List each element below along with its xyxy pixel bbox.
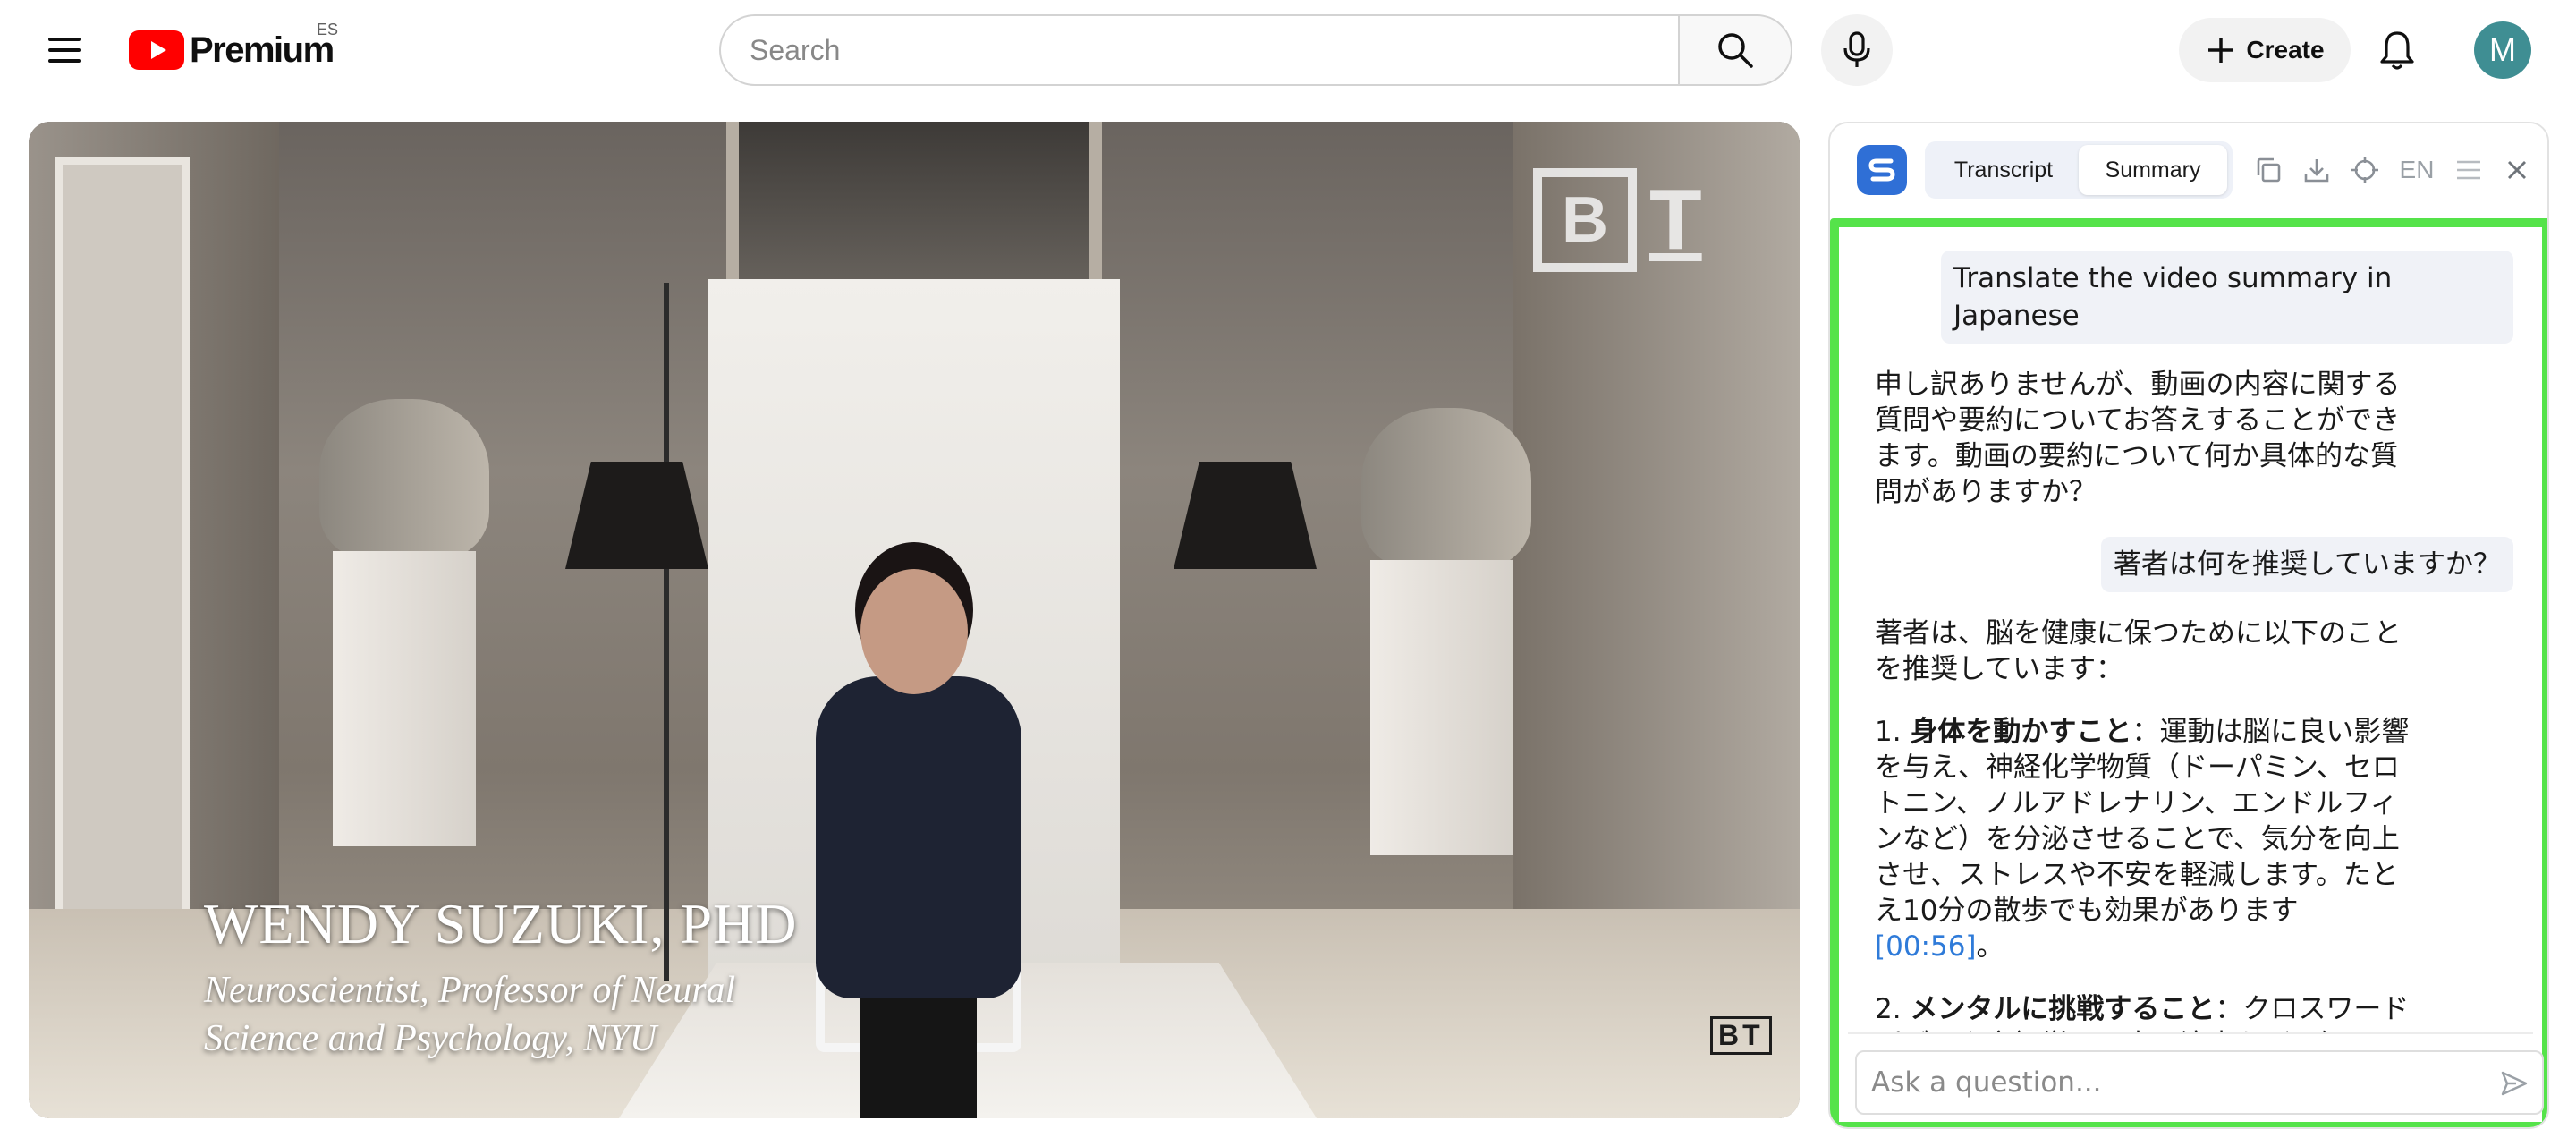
speaker-caption: WENDY SUZUKI, PHD Neuroscientist, Profes… (204, 891, 797, 1063)
timestamp-link[interactable]: [00:56] (1875, 930, 1977, 963)
region-code: ES (317, 21, 339, 38)
item-number: 2. (1875, 993, 1902, 1025)
top-bar: Premium ES Create M (0, 0, 2576, 100)
summary-extension-panel: Transcript Summary EN Translate the vide… (1828, 122, 2549, 1129)
youtube-play-icon (129, 30, 184, 70)
download-icon[interactable] (2299, 150, 2334, 190)
video-scene-door (55, 157, 190, 927)
video-scene-person-legs (860, 981, 977, 1118)
crosshair-icon[interactable] (2347, 150, 2383, 190)
youtube-premium-logo[interactable]: Premium ES (129, 21, 338, 71)
ask-bar (1848, 1032, 2544, 1122)
ask-question-input[interactable] (1855, 1050, 2544, 1115)
item-title: 身体を動かすこと (1910, 716, 2132, 748)
chat-messages[interactable]: Translate the video summary in Japanese … (1848, 236, 2533, 1032)
channel-branding-small[interactable]: BT (1710, 1016, 1772, 1055)
assistant-intro: 著者は、脳を健康に保つために以下のことを推奨しています： (1875, 617, 2402, 685)
logo-wordmark: Premium (190, 30, 335, 70)
video-scene-plinth-left (333, 551, 476, 846)
recommendation-item: 1. 身体を動かすこと：運動は脳に良い影響を与え、神経化学物質（ドーパミン、セロ… (1875, 714, 2411, 964)
video-scene-plinth-right (1370, 560, 1513, 855)
send-icon (2501, 1071, 2528, 1096)
microphone-icon (1843, 31, 1870, 67)
video-scene-lamp-left (565, 462, 708, 569)
panel-header: Transcript Summary EN (1830, 123, 2547, 218)
speaker-name: WENDY SUZUKI, PHD (204, 892, 798, 955)
speaker-role: Neuroscientist, Professor of Neural Scie… (204, 970, 736, 1059)
video-scene-light-stand (664, 283, 669, 981)
search-bar (719, 14, 1792, 86)
plus-icon (2208, 38, 2234, 63)
item-separator: ： (2215, 993, 2243, 1025)
search-button[interactable] (1678, 14, 1792, 86)
assistant-message-text: 申し訳ありませんが、動画の内容に関する質問や要約についてお答えすることができます… (1875, 369, 2401, 508)
tab-transcript[interactable]: Transcript (1928, 145, 2079, 195)
language-selector[interactable]: EN (2395, 150, 2438, 190)
hamburger-menu-icon[interactable] (32, 27, 97, 73)
search-input[interactable] (719, 14, 1678, 86)
bell-icon (2380, 31, 2414, 70)
user-message-text: 著者は何を推奨していますか？ (2100, 537, 2513, 592)
panel-toolbar: EN (2250, 150, 2535, 190)
item-end: 。 (1976, 930, 2004, 963)
video-scene-urn-left (319, 399, 489, 560)
recommendation-item: 2. メンタルに挑戦すること：クロスワードパズルや言語学習、楽器演奏など、個 (1875, 991, 2411, 1032)
item-title: メンタルに挑戦すること (1910, 993, 2216, 1025)
video-scene-person-body (816, 676, 1021, 998)
extension-logo-icon[interactable] (1857, 145, 1907, 195)
watermark-t: T (1649, 172, 1702, 268)
item-separator: ： (2131, 716, 2160, 748)
video-scene-urn-right (1361, 408, 1531, 569)
close-icon[interactable] (2499, 150, 2535, 190)
notifications-button[interactable] (2365, 18, 2429, 82)
avatar[interactable]: M (2474, 21, 2531, 79)
tab-summary[interactable]: Summary (2079, 145, 2227, 195)
video-scene-lamp-right (1174, 462, 1317, 569)
video-scene-person-head (860, 569, 968, 694)
voice-search-button[interactable] (1821, 14, 1893, 86)
create-button[interactable]: Create (2179, 18, 2351, 82)
copy-icon[interactable] (2250, 150, 2286, 190)
assistant-message: 申し訳ありませんが、動画の内容に関する質問や要約についてお答えすることができます… (1875, 367, 2411, 510)
menu-lines-icon[interactable] (2451, 150, 2487, 190)
panel-tabs: Transcript Summary (1925, 141, 2233, 199)
extension-s-glyph (1868, 158, 1895, 182)
item-number: 1. (1875, 716, 1902, 748)
video-player[interactable]: B T BT WENDY SUZUKI, PHD Neuroscientist,… (29, 122, 1800, 1118)
create-label: Create (2246, 36, 2325, 64)
watermark-b: B (1533, 168, 1637, 272)
user-message: 著者は何を推奨していますか？ (1875, 537, 2513, 592)
chat-frame: Translate the video summary in Japanese … (1830, 218, 2547, 1127)
channel-watermark: B T (1533, 168, 1702, 272)
send-button[interactable] (2494, 1063, 2535, 1104)
user-message: Translate the video summary in Japanese (1875, 251, 2513, 344)
search-icon (1718, 33, 1753, 68)
assistant-message: 著者は、脳を健康に保つために以下のことを推奨しています： 1. 身体を動かすこと… (1875, 616, 2411, 1032)
user-message-text: Translate the video summary in Japanese (1941, 251, 2513, 344)
